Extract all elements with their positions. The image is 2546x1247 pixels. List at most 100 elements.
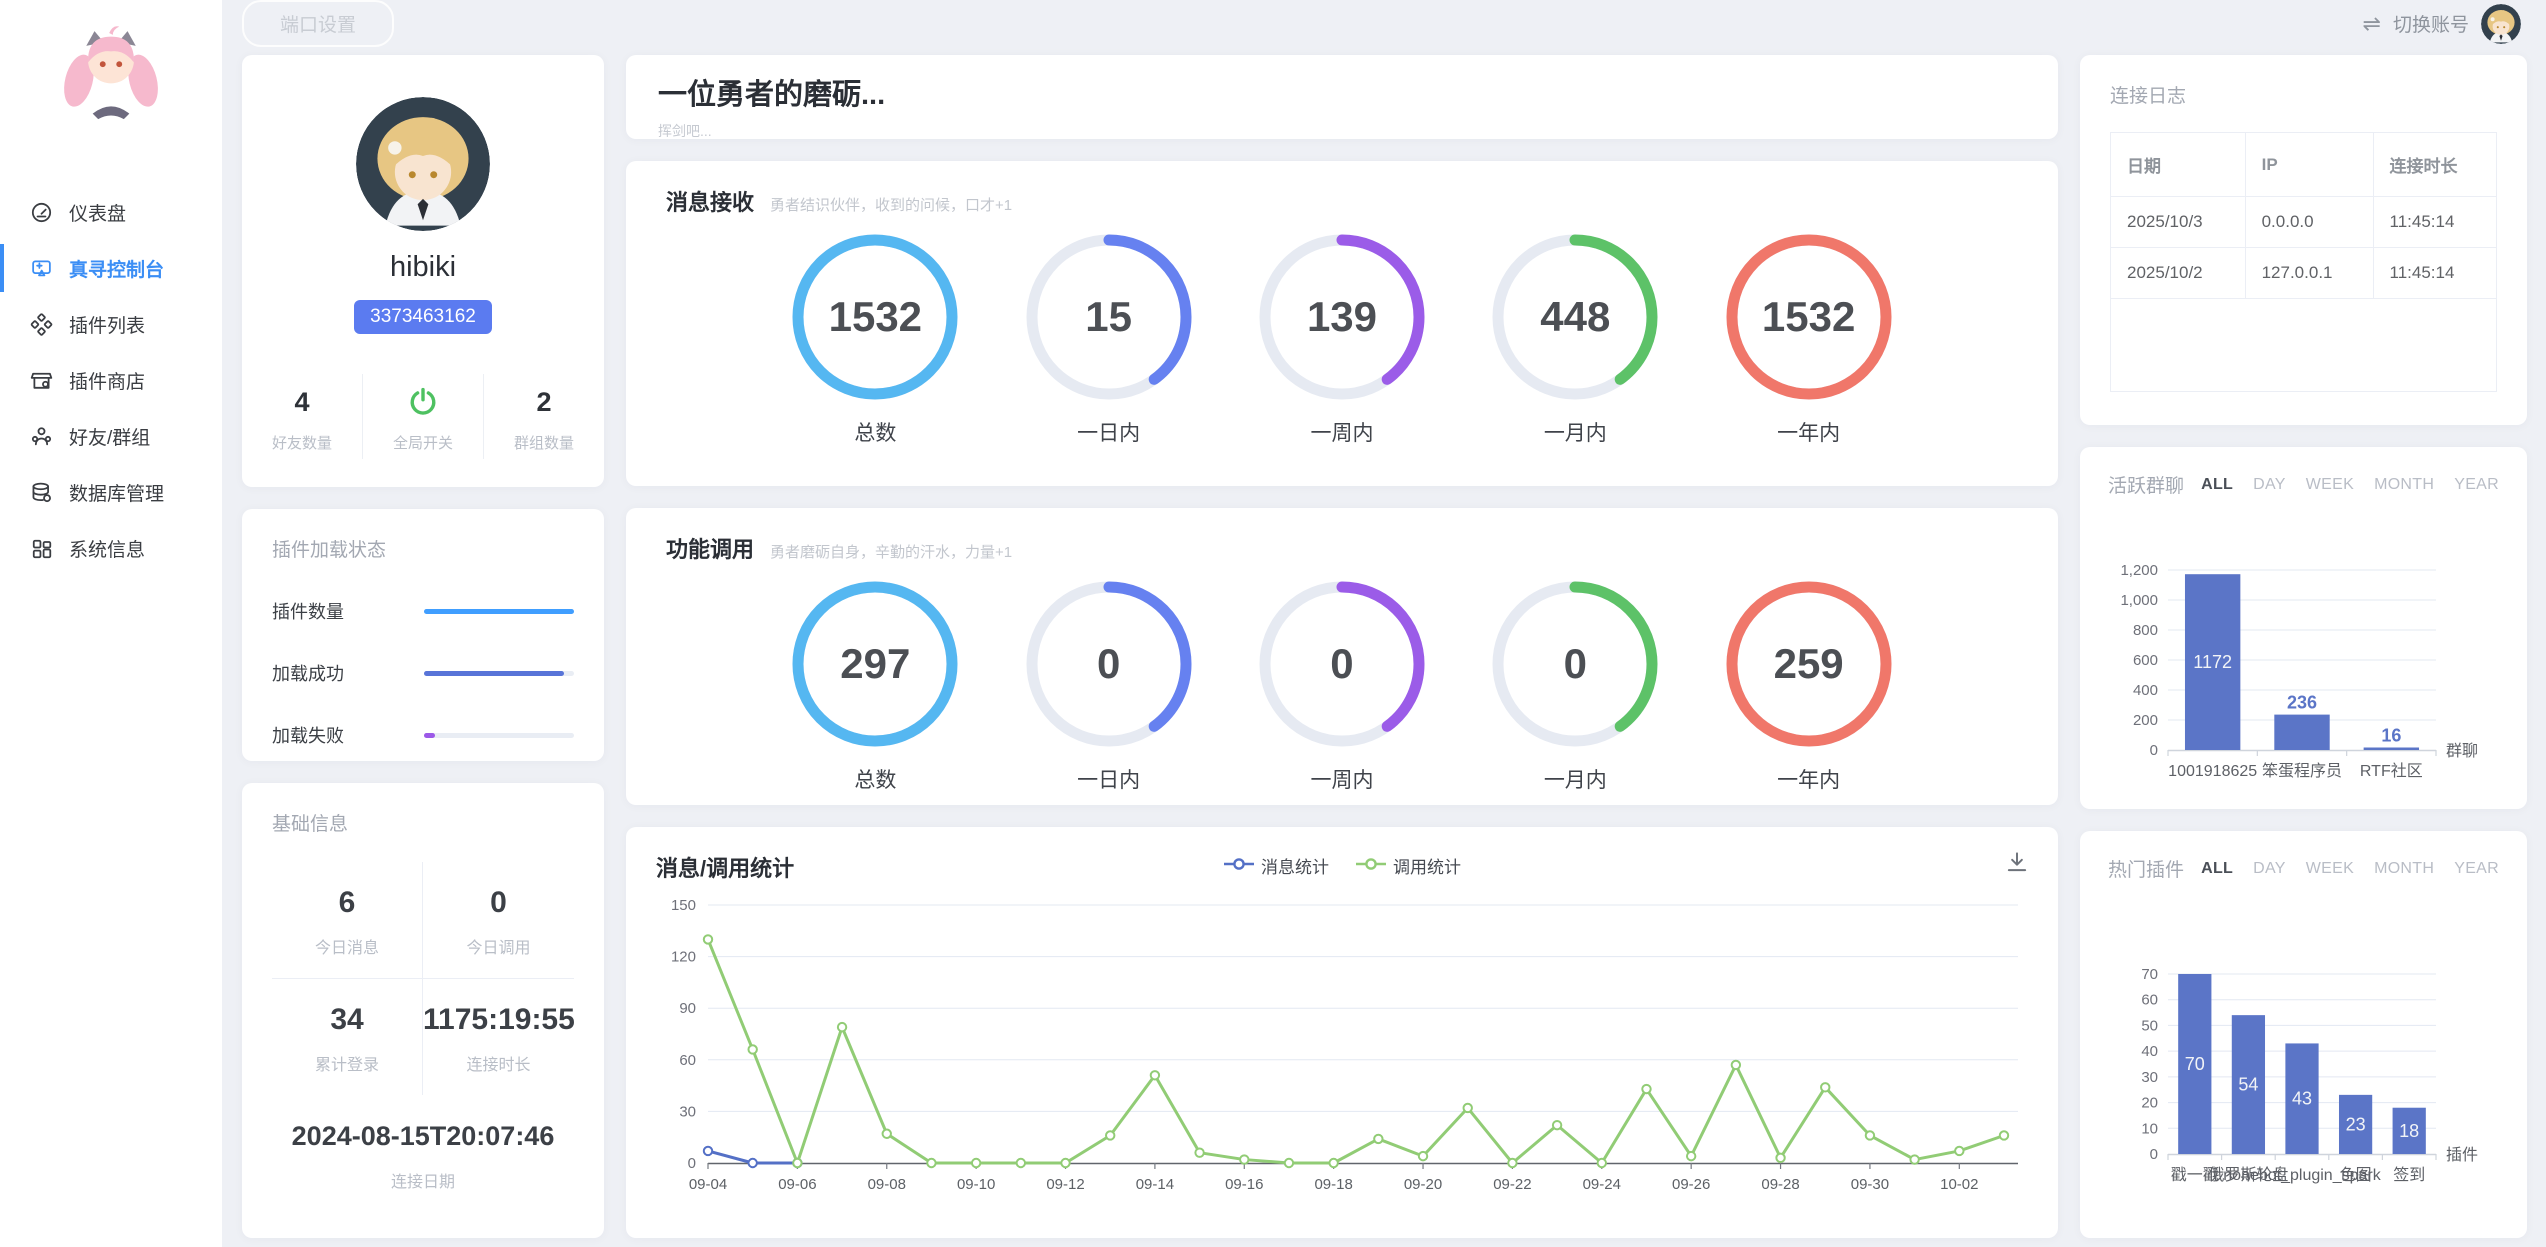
svg-text:20: 20	[2141, 1095, 2158, 1112]
svg-text:09-12: 09-12	[1046, 1176, 1084, 1193]
status-row: 加载成功	[272, 660, 574, 686]
profile-stat-label: 群组数量	[484, 432, 604, 453]
svg-text:笨蛋程序员: 笨蛋程序员	[2262, 762, 2342, 780]
basic-info-value: 1175:19:55	[423, 1003, 574, 1037]
swap-arrows-icon: ⇌	[2363, 13, 2381, 35]
basic-info-value: 6	[272, 886, 422, 920]
svg-text:23: 23	[2346, 1114, 2366, 1134]
sidebar: 仪表盘真寻控制台插件列表插件商店好友/群组数据库管理系统信息	[0, 0, 222, 1247]
svg-text:400: 400	[2133, 682, 2158, 699]
tab-year[interactable]: YEAR	[2454, 476, 2499, 494]
status-progress-track	[424, 671, 574, 676]
system-icon	[30, 536, 54, 560]
ring-label: 一日内	[1025, 764, 1193, 794]
tab-week[interactable]: WEEK	[2306, 860, 2354, 878]
svg-text:0: 0	[688, 1155, 696, 1172]
call-stats-title: 功能调用	[666, 532, 754, 564]
ring-graphic: 0	[1491, 580, 1659, 748]
sidebar-item-dashboard[interactable]: 仪表盘	[0, 184, 222, 240]
svg-text:236: 236	[2287, 693, 2317, 713]
hot-plugins-card: 热门插件 ALLDAYWEEKMONTHYEAR 010203040506070…	[2080, 831, 2527, 1238]
port-settings-button[interactable]: 端口设置	[242, 0, 394, 47]
svg-text:09-26: 09-26	[1672, 1176, 1710, 1193]
sidebar-item-plugin-store[interactable]: 插件商店	[0, 352, 222, 408]
log-cell: 0.0.0.0	[2245, 197, 2373, 248]
svg-text:70: 70	[2185, 1054, 2205, 1074]
svg-text:色图: 色图	[2340, 1166, 2372, 1184]
download-icon[interactable]	[2004, 849, 2030, 880]
topbar-avatar[interactable]	[2481, 4, 2521, 44]
svg-text:签到: 签到	[2393, 1166, 2425, 1184]
svg-text:800: 800	[2133, 622, 2158, 639]
ring-label: 一月内	[1491, 417, 1659, 447]
status-row: 加载失败	[272, 722, 574, 748]
basic-info-label: 连接时长	[423, 1051, 574, 1075]
svg-text:0: 0	[2150, 742, 2158, 759]
hot-plugins-tabs: ALL DAY WEEK MONTH YEAR	[2201, 860, 2499, 878]
legend-marker	[1355, 856, 1387, 876]
tab-month[interactable]: MONTH	[2374, 476, 2434, 494]
global-power-icon[interactable]	[363, 384, 483, 420]
sidebar-item-console[interactable]: 真寻控制台	[0, 240, 222, 296]
topbar: 端口设置 ⇌ 切换账号	[222, 0, 2546, 47]
switch-account-label[interactable]: 切换账号	[2393, 10, 2469, 37]
svg-text:50: 50	[2141, 1017, 2158, 1034]
svg-text:1,200: 1,200	[2120, 562, 2158, 579]
svg-text:09-20: 09-20	[1404, 1176, 1442, 1193]
sidebar-item-system-info[interactable]: 系统信息	[0, 520, 222, 576]
svg-text:09-30: 09-30	[1851, 1176, 1889, 1193]
bot-uid-badge: 3373463162	[354, 300, 492, 334]
sidebar-item-friends-groups[interactable]: 好友/群组	[0, 408, 222, 464]
basic-info-label: 累计登录	[272, 1051, 422, 1075]
ring-graphic: 259	[1725, 580, 1893, 748]
ring-value: 0	[1491, 580, 1659, 748]
tab-all[interactable]: ALL	[2201, 860, 2233, 878]
tab-week[interactable]: WEEK	[2306, 476, 2354, 494]
connection-log-table: 日期IP连接时长2025/10/30.0.0.011:45:142025/10/…	[2110, 132, 2497, 392]
svg-text:70: 70	[2141, 966, 2158, 983]
database-icon	[30, 480, 54, 504]
svg-text:09-28: 09-28	[1761, 1176, 1799, 1193]
connection-log-card: 连接日志 日期IP连接时长2025/10/30.0.0.011:45:14202…	[2080, 55, 2527, 425]
svg-text:30: 30	[2141, 1069, 2158, 1086]
ring-graphic: 139	[1258, 233, 1426, 401]
profile-stat-label: 全局开关	[363, 432, 483, 453]
tab-day[interactable]: DAY	[2253, 476, 2286, 494]
status-label: 插件数量	[272, 598, 390, 624]
svg-text:1172: 1172	[2193, 652, 2232, 672]
tab-day[interactable]: DAY	[2253, 860, 2286, 878]
tab-year[interactable]: YEAR	[2454, 860, 2499, 878]
plugin-status-title: 插件加载状态	[272, 535, 574, 562]
stat-ring: 259 一年内	[1725, 580, 1893, 794]
ring-value: 448	[1491, 233, 1659, 401]
profile-stat-1[interactable]: 全局开关	[362, 374, 483, 459]
status-progress-track	[424, 733, 574, 738]
stat-ring: 0 一日内	[1025, 580, 1193, 794]
log-col-header: 日期	[2111, 133, 2245, 197]
tab-month[interactable]: MONTH	[2374, 860, 2434, 878]
sidebar-item-plugin-list[interactable]: 插件列表	[0, 296, 222, 352]
switch-account[interactable]: ⇌ 切换账号	[2363, 4, 2521, 44]
friends-icon	[30, 424, 54, 448]
stat-ring: 1532总数	[791, 233, 959, 447]
svg-text:09-10: 09-10	[957, 1176, 995, 1193]
connect-date-label: 连接日期	[272, 1168, 574, 1192]
legend-label: 调用统计	[1393, 853, 1461, 878]
ring-label: 一年内	[1725, 764, 1893, 794]
svg-text:09-22: 09-22	[1493, 1176, 1531, 1193]
legend-item[interactable]: 调用统计	[1355, 853, 1461, 878]
hero-card: 一位勇者的磨砺... 挥剑吧...	[626, 55, 2058, 139]
svg-text:群聊: 群聊	[2446, 742, 2478, 760]
basic-info-cell: 6今日消息	[272, 862, 423, 979]
log-row: 2025/10/2127.0.0.111:45:14	[2111, 248, 2496, 299]
active-groups-tabs: ALL DAY WEEK MONTH YEAR	[2201, 476, 2499, 494]
legend-item[interactable]: 消息统计	[1223, 853, 1329, 878]
ring-value: 297	[791, 580, 959, 748]
status-row: 插件数量	[272, 598, 574, 624]
sidebar-item-database[interactable]: 数据库管理	[0, 464, 222, 520]
log-cell: 2025/10/3	[2111, 197, 2245, 248]
ring-graphic: 0	[1025, 580, 1193, 748]
tab-all[interactable]: ALL	[2201, 476, 2233, 494]
ring-value: 259	[1725, 580, 1893, 748]
svg-text:RTF社区: RTF社区	[2360, 762, 2423, 780]
